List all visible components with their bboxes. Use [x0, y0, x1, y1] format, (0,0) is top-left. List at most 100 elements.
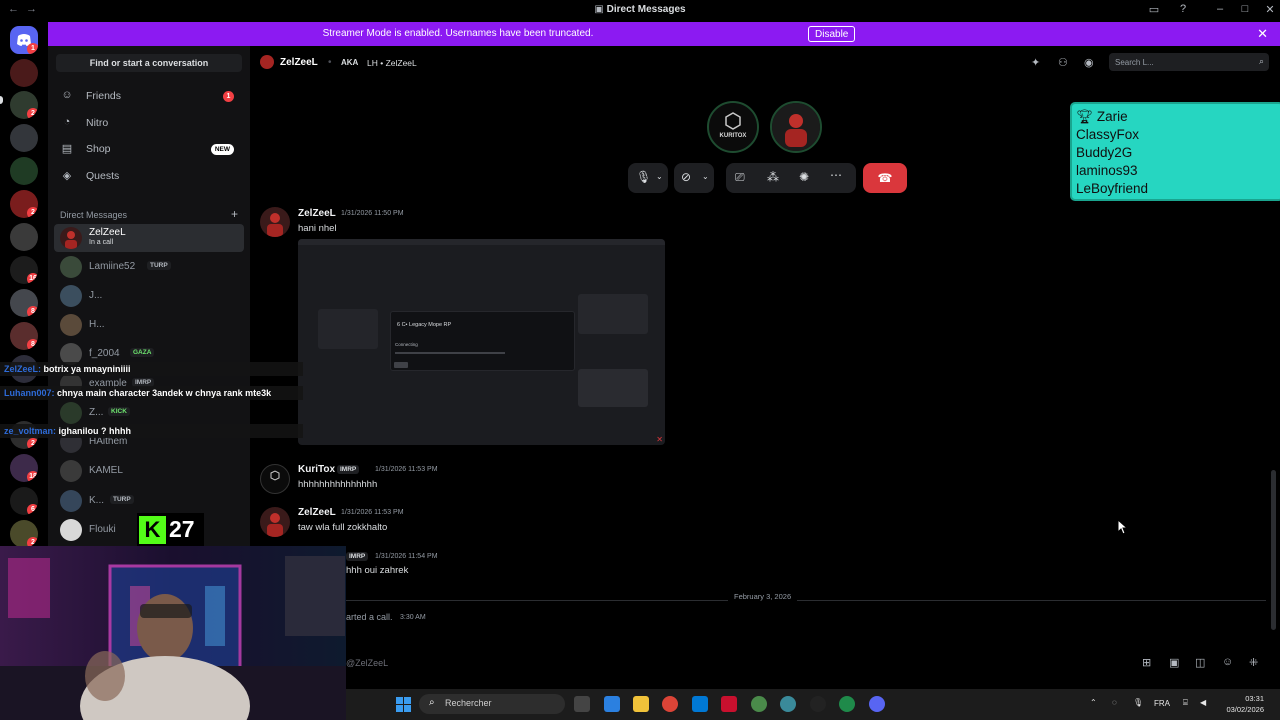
- help-icon[interactable]: ?: [1175, 3, 1191, 15]
- avatar[interactable]: [260, 464, 290, 494]
- shop-icon: ▤: [61, 143, 73, 155]
- date-divider-line: [346, 600, 1266, 601]
- minimize-button[interactable]: –: [1212, 3, 1228, 15]
- network-icon[interactable]: ⌸: [1183, 698, 1188, 708]
- apps-icon[interactable]: ⁜: [1249, 656, 1258, 669]
- message-author[interactable]: ZelZeeL: [298, 507, 336, 518]
- server-icon[interactable]: 6: [10, 487, 38, 515]
- message-author[interactable]: KuriTox: [298, 464, 335, 475]
- gif-icon[interactable]: ▣: [1169, 656, 1179, 669]
- message-text: hhhhhhhhhhhhhhh: [298, 479, 378, 490]
- chat-text: ighanilou ? hhhh: [58, 426, 132, 436]
- app-icon[interactable]: [721, 696, 737, 712]
- dm-item[interactable]: KAMEL: [54, 457, 244, 485]
- chevron-up-icon[interactable]: ⌃: [1090, 698, 1097, 707]
- channel-header: ZelZeeL • AKA LH • ZelZeeL ✦ ⚇ ◉ Search …: [250, 46, 1280, 79]
- dm-item[interactable]: J...: [54, 282, 244, 310]
- close-window-button[interactable]: ✕: [1262, 3, 1278, 16]
- close-icon[interactable]: ✕: [1257, 26, 1268, 42]
- disable-button[interactable]: Disable: [808, 26, 856, 42]
- user-profile-icon[interactable]: ◉: [1084, 56, 1094, 69]
- image-attachment[interactable]: 6 C• Legacy Mope RP Connecting ✕: [298, 239, 665, 445]
- avatar[interactable]: [260, 207, 290, 237]
- chevron-down-icon: ⌄: [656, 172, 663, 181]
- nav-shop[interactable]: ▤ Shop NEW: [54, 137, 244, 161]
- quests-icon: ◈: [62, 170, 72, 182]
- avatar: [60, 256, 82, 278]
- windows-start-icon[interactable]: [396, 697, 411, 712]
- dm-item[interactable]: ZelZeeL In a call: [54, 224, 244, 252]
- call-participant-avatar[interactable]: [770, 101, 822, 153]
- file-explorer-icon[interactable]: [633, 696, 649, 712]
- copilot-icon[interactable]: [604, 696, 620, 712]
- tray-app-icon[interactable]: ◌: [1112, 698, 1117, 707]
- header-username[interactable]: ZelZeeL: [280, 57, 318, 68]
- dialog-title: 6 C• Legacy Mope RP: [397, 322, 452, 328]
- server-icon[interactable]: [10, 124, 38, 152]
- browser-icon[interactable]: [751, 696, 767, 712]
- avatar[interactable]: [260, 507, 290, 537]
- language-indicator[interactable]: FRA: [1154, 699, 1170, 708]
- store-icon[interactable]: [692, 696, 708, 712]
- scrollbar[interactable]: [1271, 470, 1276, 630]
- message-list: ZelZeeL 1/31/2026 11:50 PM hani nhel 6 C…: [250, 205, 1280, 645]
- microphone-icon[interactable]: 🎙︎: [1133, 698, 1143, 707]
- clock[interactable]: 03:31 03/02/2026: [1226, 693, 1264, 715]
- server-icon[interactable]: [10, 223, 38, 251]
- search-input[interactable]: Search L... ⌕: [1109, 53, 1269, 71]
- server-icon[interactable]: 16: [10, 256, 38, 284]
- server-icon[interactable]: [10, 157, 38, 185]
- discord-icon[interactable]: [869, 696, 885, 712]
- connecting-dialog: 6 C• Legacy Mope RP Connecting: [390, 311, 575, 371]
- dm-item[interactable]: H...: [54, 311, 244, 339]
- browser-icon[interactable]: [780, 696, 796, 712]
- clock-date: 03/02/2026: [1226, 705, 1264, 714]
- activities-icon[interactable]: ⁂: [767, 170, 779, 184]
- dm-name: J...: [89, 290, 103, 301]
- add-friends-icon[interactable]: ⚇: [1058, 56, 1068, 69]
- end-call-button[interactable]: ☎: [863, 163, 907, 193]
- dm-item[interactable]: Lamiine52 TURP: [54, 253, 244, 281]
- find-conversation-button[interactable]: Find or start a conversation: [56, 54, 242, 72]
- create-dm-plus-icon[interactable]: +: [231, 207, 238, 221]
- server-icon[interactable]: 2: [10, 520, 38, 548]
- chat-line: ze_voltman: ighanilou ? hhhh: [0, 424, 303, 438]
- server-icon[interactable]: 2: [10, 91, 38, 119]
- avatar: [60, 460, 82, 482]
- webcam-image: [0, 546, 346, 720]
- soundboard-icon[interactable]: ✺: [799, 170, 809, 184]
- call-participant-avatar[interactable]: KURITOX: [707, 101, 759, 153]
- taskbar-search[interactable]: ⌕ Rechercher: [419, 694, 565, 714]
- progress-line: [395, 352, 505, 354]
- task-view-icon[interactable]: [574, 696, 590, 712]
- browser-icon[interactable]: [839, 696, 855, 712]
- maximize-button[interactable]: □: [1237, 3, 1253, 15]
- emoji-icon[interactable]: ☺: [1222, 656, 1233, 668]
- server-icon[interactable]: [10, 59, 38, 87]
- gift-icon[interactable]: ⊞: [1142, 656, 1151, 669]
- screen-share-icon[interactable]: ⎚: [735, 170, 745, 185]
- volume-icon[interactable]: ◀: [1200, 698, 1206, 707]
- server-tag: IMRP: [346, 552, 369, 561]
- server-icon[interactable]: 2: [10, 190, 38, 218]
- dm-item[interactable]: K... TURP: [54, 487, 244, 515]
- nav-friends[interactable]: ☺ Friends 1: [54, 84, 244, 108]
- avatar: [60, 490, 82, 512]
- camera-button[interactable]: ⊘ ⌄: [674, 163, 714, 193]
- message-composer[interactable]: @ZelZeeL ⊞ ▣ ◫ ☺ ⁜: [346, 650, 1280, 676]
- microphone-button[interactable]: 🎙︎ ⌄: [628, 163, 668, 193]
- sticker-icon[interactable]: ◫: [1195, 656, 1205, 669]
- discord-home-icon[interactable]: 1: [10, 26, 38, 54]
- update-icon[interactable]: ▭: [1146, 3, 1162, 16]
- more-options-icon[interactable]: ⋯: [830, 168, 842, 182]
- message-author[interactable]: ZelZeeL: [298, 208, 336, 219]
- nav-nitro[interactable]: ◔ Nitro: [54, 111, 244, 135]
- aka-value: LH • ZelZeeL: [367, 58, 417, 68]
- pin-icon[interactable]: ✦: [1031, 56, 1040, 69]
- app-icon[interactable]: [810, 696, 826, 712]
- server-icon[interactable]: 18: [10, 454, 38, 482]
- server-icon[interactable]: 8: [10, 289, 38, 317]
- chrome-icon[interactable]: [662, 696, 678, 712]
- nav-quests[interactable]: ◈ Quests: [54, 164, 244, 188]
- server-icon[interactable]: 8: [10, 322, 38, 350]
